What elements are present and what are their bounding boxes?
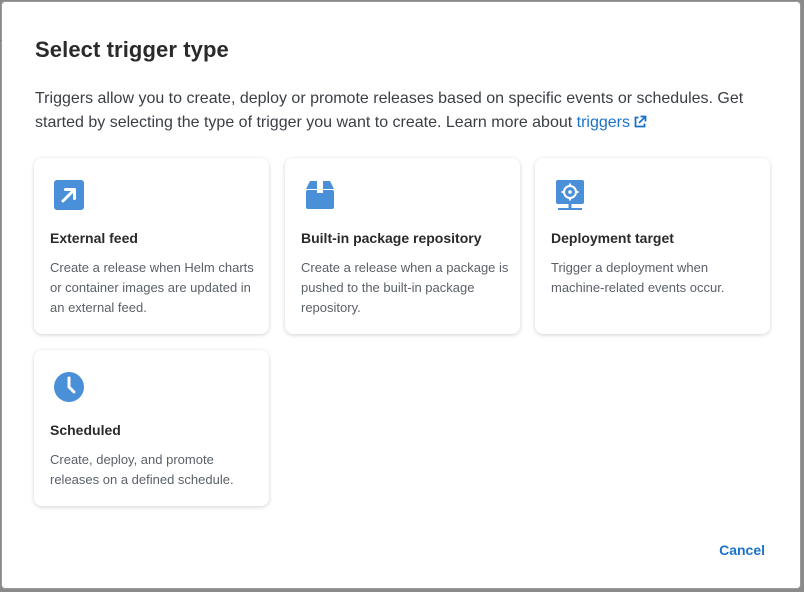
dialog-title: Select trigger type bbox=[35, 37, 229, 62]
trigger-card-built-in-package-repository[interactable]: Built-in package repository Create a rel… bbox=[285, 158, 520, 334]
trigger-card-external-feed[interactable]: External feed Create a release when Helm… bbox=[34, 158, 269, 334]
trigger-card-scheduled[interactable]: Scheduled Create, deploy, and promote re… bbox=[34, 350, 269, 506]
card-title: Scheduled bbox=[50, 422, 121, 438]
package-box-icon bbox=[303, 178, 337, 212]
triggers-docs-link[interactable]: triggers bbox=[577, 114, 647, 131]
card-description: Create a release when Helm charts or con… bbox=[50, 260, 254, 315]
dialog-description: Triggers allow you to create, deploy or … bbox=[35, 87, 780, 137]
monitor-target-icon bbox=[553, 178, 587, 212]
card-title: Deployment target bbox=[551, 230, 674, 246]
external-arrow-icon bbox=[52, 178, 86, 212]
external-link-icon bbox=[633, 113, 647, 137]
clock-icon bbox=[52, 370, 86, 404]
cancel-button[interactable]: Cancel bbox=[719, 542, 765, 558]
card-description: Create, deploy, and promote releases on … bbox=[50, 452, 234, 487]
triggers-link-label: triggers bbox=[576, 114, 631, 131]
trigger-card-deployment-target[interactable]: Deployment target Trigger a deployment w… bbox=[535, 158, 770, 334]
card-description: Create a release when a package is pushe… bbox=[301, 260, 509, 315]
card-description: Trigger a deployment when machine-relate… bbox=[551, 260, 725, 295]
card-title: Built-in package repository bbox=[301, 230, 482, 246]
select-trigger-dialog: Select trigger type Triggers allow you t… bbox=[1, 1, 801, 589]
card-title: External feed bbox=[50, 230, 138, 246]
